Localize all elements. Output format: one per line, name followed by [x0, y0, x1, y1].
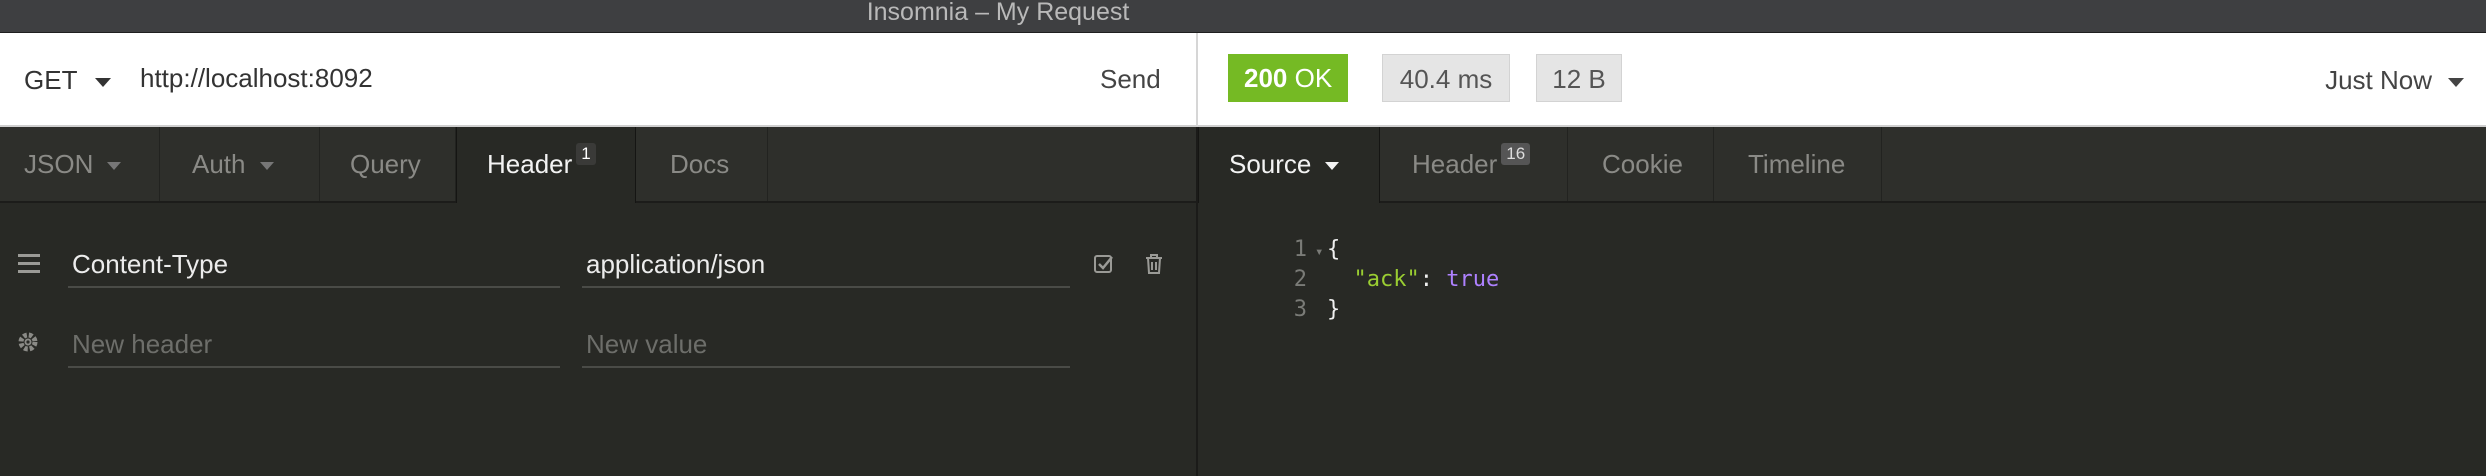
drag-handle-icon[interactable]	[18, 254, 40, 278]
header-value-text: application/json	[586, 249, 766, 279]
tab-docs[interactable]: Docs	[636, 127, 768, 201]
request-url-bar: GET http://localhost:8092 Send	[0, 33, 1198, 127]
response-time-label: Just Now	[2325, 65, 2432, 95]
method-dropdown[interactable]: GET	[24, 65, 112, 96]
new-header-value-field[interactable]	[582, 320, 1078, 368]
response-size-badge: 12 B	[1536, 54, 1622, 102]
tab-response-header[interactable]: Header 16	[1380, 127, 1568, 201]
tab-label: Timeline	[1748, 149, 1846, 179]
code-text: }	[1326, 297, 1341, 322]
url-input[interactable]: http://localhost:8092	[140, 63, 373, 94]
tab-json[interactable]: JSON	[0, 127, 160, 201]
fold-toggle-icon[interactable]: ▾	[1315, 237, 1327, 267]
header-count-badge: 16	[1501, 143, 1531, 165]
response-status-bar: 200 OK 40.4 ms 12 B Just Now	[1198, 33, 2486, 127]
tab-label: Header	[1412, 149, 1498, 179]
tab-timeline[interactable]: Timeline	[1714, 127, 1882, 201]
status-code: 200	[1244, 63, 1288, 93]
pane-divider[interactable]	[1196, 127, 1198, 476]
tab-header[interactable]: Header 1	[456, 127, 636, 203]
tab-label: JSON	[24, 149, 94, 179]
tab-source[interactable]: Source	[1198, 127, 1380, 203]
chevron-down-icon	[95, 77, 112, 87]
method-label: GET	[24, 65, 78, 95]
header-name-field[interactable]: Content-Type	[68, 240, 560, 288]
new-value-input[interactable]	[582, 322, 1078, 367]
checkbox-icon[interactable]	[1092, 252, 1116, 283]
json-value: true	[1446, 267, 1500, 292]
chevron-down-icon	[1325, 162, 1340, 171]
tab-query[interactable]: Query	[320, 127, 456, 201]
request-tabs: JSON Auth Query Header 1 Docs	[0, 127, 1196, 203]
new-header-input[interactable]	[68, 322, 568, 367]
tab-label: Cookie	[1602, 149, 1683, 179]
gear-icon[interactable]	[16, 330, 40, 361]
status-badge: 200 OK	[1228, 54, 1349, 102]
new-header-row	[0, 306, 1196, 386]
new-header-name-field[interactable]	[68, 320, 568, 368]
tab-label: Query	[350, 149, 421, 179]
tab-label: Auth	[192, 149, 246, 179]
chevron-down-icon	[259, 162, 274, 171]
code-line: 1 ▾{	[1230, 205, 1499, 262]
tab-label: Header	[487, 149, 573, 179]
response-tabs: Source Header 16 Cookie Timeline	[1198, 127, 2486, 203]
tab-label: Docs	[670, 149, 730, 179]
title-bar: Insomnia – My Request	[0, 0, 2486, 33]
header-value-field[interactable]: application/json	[582, 240, 1070, 288]
line-number: 3	[1293, 297, 1307, 322]
response-time-badge: 40.4 ms	[1382, 54, 1510, 102]
response-body-viewer[interactable]: 1 ▾{ 2 "ack": true 3}	[1230, 205, 1500, 322]
status-text: OK	[1294, 63, 1333, 93]
header-name-text: Content-Type	[72, 249, 229, 279]
response-history-dropdown[interactable]: Just Now	[2325, 65, 2464, 96]
tab-cookie[interactable]: Cookie	[1568, 127, 1714, 201]
json-key: "ack"	[1353, 267, 1420, 292]
tab-label: Source	[1229, 149, 1312, 179]
window-title: Insomnia – My Request	[866, 0, 1130, 26]
chevron-down-icon	[107, 162, 122, 171]
trash-icon[interactable]	[1142, 252, 1166, 283]
header-row: Content-Type application/json	[0, 226, 1196, 306]
send-button[interactable]: Send	[1100, 64, 1161, 95]
header-count-badge: 1	[576, 143, 596, 165]
tab-auth[interactable]: Auth	[160, 127, 320, 201]
chevron-down-icon	[2448, 77, 2464, 87]
line-number: 1	[1293, 237, 1307, 262]
line-number: 2	[1293, 267, 1307, 292]
code-text: {	[1326, 237, 1341, 262]
